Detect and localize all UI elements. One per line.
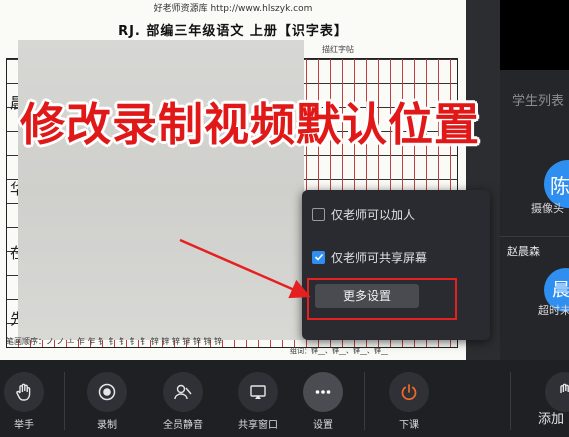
site-header: 好老师资源库 http://www.hlszyk.com: [153, 4, 313, 14]
teacher-only-add-option[interactable]: 仅老师可以加人: [312, 204, 415, 224]
check-icon: [314, 253, 323, 261]
stroke-order-line: 笔画顺序：ノ ノ ㅗ 乍 乍 钅 钅 钅 钅 钅 锌 锌 锌 锌 锌 锌 锌: [6, 337, 223, 346]
share-window-label: 共享窗口: [238, 420, 278, 431]
checkbox-checked[interactable]: [312, 250, 325, 264]
student-status: 超时未: [538, 304, 569, 317]
end-class-label: 下课: [399, 420, 419, 431]
checkbox-unchecked[interactable]: [312, 207, 325, 221]
option-label: 仅老师可共享屏幕: [331, 250, 428, 265]
mute-all-label: 全员静音: [163, 420, 203, 431]
record-button[interactable]: 录制: [77, 372, 137, 434]
teacher-only-share-option[interactable]: 仅老师可共享屏幕: [312, 247, 427, 267]
divider: [500, 236, 569, 237]
student-name: 赵晨森: [507, 245, 540, 258]
highlight-box: [307, 278, 457, 320]
toolbar-divider: [64, 372, 65, 430]
option-label: 仅老师可以加人: [331, 207, 416, 222]
share-window-button[interactable]: 共享窗口: [228, 372, 288, 434]
record-label: 录制: [97, 420, 117, 431]
settings-button[interactable]: 设置: [293, 372, 353, 434]
word-line: 组词：锌__、锌__、锌__、锌__: [290, 347, 388, 355]
student-status: 摄像头: [531, 202, 564, 215]
toolbar-divider: [364, 372, 365, 430]
end-class-button[interactable]: 下课: [379, 372, 439, 434]
more-icon: [303, 372, 343, 412]
screen-share-icon: [238, 372, 278, 412]
toolbar-divider: [510, 372, 511, 430]
add-label[interactable]: 添加: [538, 408, 564, 427]
mute-all-icon: [163, 372, 203, 412]
avatar-char: 陈: [550, 174, 569, 198]
power-icon: [389, 372, 429, 412]
settings-label: 设置: [313, 420, 333, 431]
student-list-title: 学生列表: [512, 94, 565, 109]
tutorial-caption: 修改录制视频默认位置: [20, 98, 481, 151]
hand-icon: [4, 372, 44, 412]
blurred-region: [18, 40, 304, 340]
mute-all-button[interactable]: 全员静音: [153, 372, 213, 434]
worksheet-subtitle: 描红字帖: [322, 45, 354, 54]
raise-hand-button[interactable]: 举手: [0, 372, 54, 434]
video-preview: [500, 0, 569, 70]
record-icon: [87, 372, 127, 412]
hand-icon: [545, 372, 569, 412]
raise-hand-label: 举手: [14, 420, 34, 431]
avatar-char: 晨: [552, 280, 569, 301]
worksheet-title: RJ. 部编三年级语文 上册【识字表】: [118, 24, 348, 39]
